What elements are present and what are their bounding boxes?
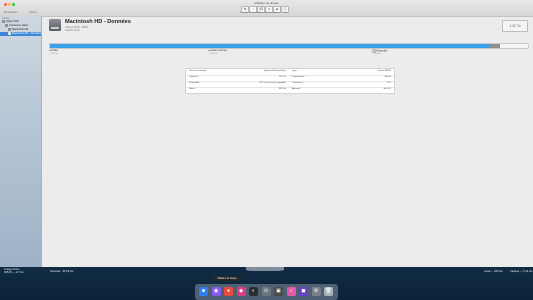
usage-bar-other (490, 44, 500, 48)
finder-icon: ☻ (200, 288, 207, 294)
info-value: 20,2 Go (0 octet purgeable) (259, 82, 286, 84)
info-value: 1,02 To (278, 76, 286, 78)
sidebar-toggle-label[interactable]: Présentation (4, 11, 17, 14)
usage-bar (49, 43, 529, 49)
dock-app-chrome[interactable]: ● (224, 287, 233, 296)
disk-utility-icon: ⊙ (263, 288, 269, 294)
toolbar-label-info: Infos (283, 11, 288, 14)
desktop-drive-size: 945,45 — 2,7 Go (4, 271, 24, 275)
info-key: Propriétaires : (292, 76, 306, 78)
dock-app-app5[interactable]: ◐ (249, 287, 258, 296)
sidebar-item-label: Macintosh HD (12, 28, 29, 31)
info-value: Activé (385, 76, 391, 78)
info-key: Point de montage : (189, 70, 208, 72)
legend-value-used: 954 Go (51, 53, 59, 55)
info-key: Capacité : (189, 76, 199, 78)
sidebar-item-label: Conteneur disk1 (9, 24, 28, 27)
legend-other: Autres volumes (208, 49, 227, 52)
desktop-drive-label-right2[interactable]: Capture — 5,14 Go (510, 270, 533, 273)
info-value: /System/Volumes/Data (263, 70, 286, 72)
chrome-icon: ● (226, 288, 231, 294)
legend-value-other: 26,9 Go (210, 53, 218, 55)
dock-app-system-preferences[interactable]: ⚙ (311, 287, 321, 296)
info-key: Connexion : (292, 82, 304, 84)
info-icon: ⓘ (283, 7, 287, 11)
dock-app-app7[interactable]: ▣ (274, 287, 283, 296)
info-key: Disponible : (189, 82, 201, 84)
sidebar-item-macintosh-hd-data[interactable]: Macintosh HD - Données (0, 32, 41, 36)
first-aid-icon: ✚ (243, 7, 247, 11)
app7-icon: ▣ (276, 288, 281, 294)
usage-bar-used (50, 44, 490, 48)
window-title: Utilitaire de disque (254, 1, 279, 5)
legend-label: Utilisé (51, 49, 58, 52)
dock-app-app9[interactable]: ◼ (299, 287, 308, 296)
drive-icon (2, 20, 5, 23)
app9-icon: ◼ (301, 288, 306, 294)
volume-subtitle: Volume APFS · APFS macOS 10.15 (65, 26, 88, 32)
volume-icon (8, 32, 11, 35)
dock-tooltip: Utilitaire de disque (212, 276, 242, 281)
capacity-badge: 1,02 To (502, 20, 528, 32)
info-value: disk1s2 (383, 88, 391, 90)
volume-toggle-label[interactable]: Volume (29, 11, 37, 14)
info-value: 954 Go (278, 88, 286, 90)
sidebar: Interne Apple SSD Conteneur disk1 Macint… (0, 16, 42, 267)
volume-icon (8, 28, 11, 31)
launchpad-icon: ◉ (213, 288, 219, 294)
info-value: Volume APFS (377, 70, 392, 72)
desktop-drive-label-right1[interactable]: Local — 209 Go (484, 270, 503, 273)
toolbar-label-erase: Effacer (258, 11, 265, 14)
volume-disk-icon (49, 19, 61, 31)
erase-icon: ⌫ (258, 7, 264, 11)
titlebar: Utilitaire de disque Présentation Volume… (0, 0, 533, 17)
info-table: Point de montage : /System/Volumes/Data … (185, 68, 395, 94)
desktop-drive-label-mid[interactable]: Données · 65,09 Go (50, 270, 73, 273)
info-key: Type : (292, 70, 298, 72)
info-key: Utilisé : (189, 88, 197, 90)
legend-label: Autres volumes (210, 49, 227, 52)
volume-title: Macintosh HD - Données (65, 19, 131, 25)
app4-icon: ◆ (239, 288, 243, 294)
trash-icon: 🗑 (325, 288, 332, 294)
legend-label: Disponible (376, 49, 388, 53)
toolbar-label-first-aid: First Aid (240, 11, 248, 14)
restore-icon: ↺ (267, 7, 271, 11)
partition-icon: ◔ (252, 7, 254, 11)
container-icon (5, 24, 8, 27)
legend-value-free: 20 Go (374, 53, 380, 55)
sidebar-item-label: Apple SSD (6, 20, 19, 23)
disk-utility-window: Utilitaire de disque Présentation Volume… (0, 0, 533, 267)
info-value: PCI (387, 82, 391, 84)
info-key: Appareil : (292, 88, 302, 90)
volume-os: macOS 10.15 (65, 29, 80, 32)
mount-icon: ⏏ (275, 7, 279, 11)
dock-app-app8[interactable]: ♪ (286, 287, 296, 296)
legend-used: Utilisé (49, 49, 58, 52)
main-content: Macintosh HD - Données Volume APFS · APF… (42, 17, 533, 267)
dock-app-disk-utility[interactable]: ⊙ (261, 287, 271, 296)
dock-app-finder[interactable]: ☻ (199, 287, 208, 296)
system-preferences-icon: ⚙ (313, 288, 319, 294)
toolbar-label-mount: Monter (274, 11, 281, 14)
app8-icon: ♪ (289, 288, 293, 294)
dock-app-app4[interactable]: ◆ (236, 287, 246, 296)
desktop-drive-label-left[interactable]: Images Drive 945,45 — 2,7 Go (4, 268, 24, 274)
sidebar-item-label: Macintosh HD - Données (12, 32, 41, 35)
dock-app-trash[interactable]: 🗑 (324, 287, 333, 296)
app5-icon: ◐ (251, 288, 256, 294)
info-row: Utilisé : 954 Go Appareil : disk1s2 (186, 87, 394, 93)
dock: ☻ ◉ ● ◆ ◐ ⊙ ▣ ♪ ◼ ⚙ 🗑 (195, 284, 338, 300)
dock-app-launchpad[interactable]: ◉ (211, 287, 221, 296)
